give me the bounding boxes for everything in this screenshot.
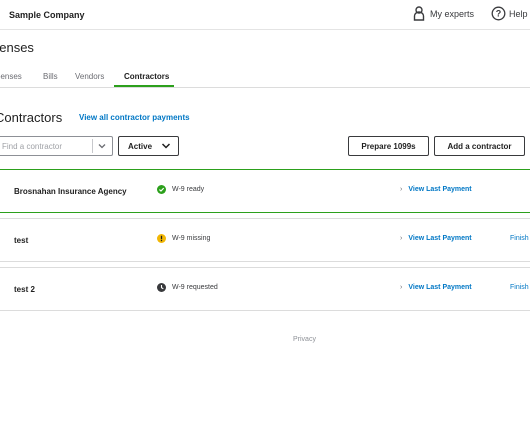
help-label: Help <box>509 8 528 19</box>
prepare-1099s-button[interactable]: Prepare 1099s <box>348 136 429 156</box>
w9-status: W-9 requested <box>157 283 218 292</box>
question-circle-icon: ? <box>491 6 506 21</box>
contractor-name[interactable]: test 2 <box>14 285 35 294</box>
tab-vendors[interactable]: Vendors <box>75 72 104 81</box>
contractor-row: test W-9 missing › View Last Payment Fin… <box>0 218 530 262</box>
tab-bills[interactable]: Bills <box>43 72 58 81</box>
search-divider <box>92 139 93 153</box>
privacy-link[interactable]: Privacy <box>293 336 316 343</box>
my-experts-button[interactable]: My experts <box>413 6 474 21</box>
search-input[interactable] <box>2 137 92 155</box>
status-filter-dropdown[interactable]: Active <box>118 136 179 156</box>
tab-bar: penses Bills Vendors Contractors <box>0 67 530 88</box>
contractor-search[interactable] <box>0 136 113 156</box>
view-last-payment-link[interactable]: › View Last Payment <box>400 235 472 242</box>
chevron-right-icon: › <box>400 235 403 242</box>
view-last-payment-label: View Last Payment <box>408 284 472 291</box>
add-contractor-button[interactable]: Add a contractor <box>434 136 525 156</box>
clock-icon <box>157 283 166 292</box>
person-icon <box>413 6 425 21</box>
check-circle-icon <box>157 185 166 194</box>
warning-icon <box>157 234 166 243</box>
page-title: penses <box>0 40 34 55</box>
finish-link[interactable]: Finish <box>510 284 529 291</box>
chevron-down-icon <box>161 143 171 149</box>
my-experts-label: My experts <box>430 8 475 19</box>
w9-status: W-9 ready <box>157 185 204 194</box>
top-bar: Sample Company My experts ? Help <box>0 0 530 30</box>
tab-expenses[interactable]: penses <box>0 72 22 81</box>
w9-status-label: W-9 missing <box>172 235 211 242</box>
contractor-row: Brosnahan Insurance Agency W-9 ready › V… <box>0 169 530 213</box>
contractor-name[interactable]: test <box>14 236 28 245</box>
contractor-name[interactable]: Brosnahan Insurance Agency <box>14 187 127 196</box>
chevron-down-icon[interactable] <box>96 140 108 152</box>
status-filter-value: Active <box>128 141 153 151</box>
view-all-contractor-payments-link[interactable]: View all contractor payments <box>79 113 190 122</box>
w9-status-label: W-9 requested <box>172 284 218 291</box>
chevron-right-icon: › <box>400 186 403 193</box>
svg-text:?: ? <box>496 9 502 19</box>
w9-status: W-9 missing <box>157 234 210 243</box>
help-button[interactable]: ? Help <box>491 6 528 21</box>
view-last-payment-label: View Last Payment <box>408 235 472 242</box>
view-last-payment-link[interactable]: › View Last Payment <box>400 284 472 291</box>
company-name: Sample Company <box>9 10 85 20</box>
view-last-payment-link[interactable]: › View Last Payment <box>400 186 472 193</box>
w9-status-label: W-9 ready <box>172 186 205 193</box>
section-title: Contractors <box>0 110 63 125</box>
tab-contractors[interactable]: Contractors <box>124 72 169 81</box>
contractor-row: test 2 W-9 requested › View Last Payment… <box>0 267 530 311</box>
chevron-right-icon: › <box>400 284 403 291</box>
active-tab-indicator <box>114 85 174 87</box>
finish-link[interactable]: Finish <box>510 235 529 242</box>
view-last-payment-label: View Last Payment <box>408 186 472 193</box>
